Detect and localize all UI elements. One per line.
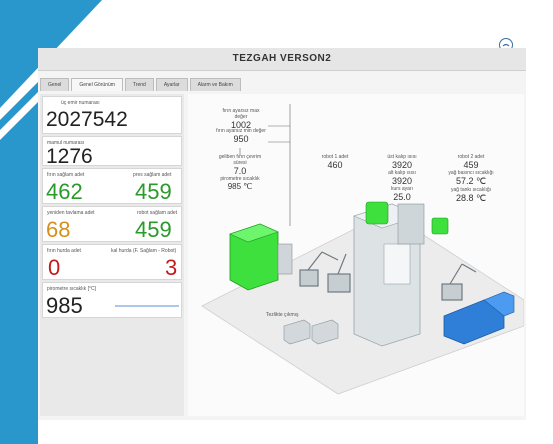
pyro-value: 985 [46, 293, 83, 318]
reject-value: 68 [46, 217, 71, 242]
pyro-sparkline [115, 305, 179, 307]
oven-pass-value: 459 [135, 179, 172, 204]
oven-count-card: fırın sağlam adet 462 pres sağlam adet 4… [42, 168, 182, 204]
scrap-area-label: Tezlikte çıkmış [266, 312, 299, 318]
oven-in-label: fırın sağlam adet [47, 172, 85, 178]
tab-trend[interactable]: Trend [124, 78, 154, 91]
scrap-card: fırın hurda adet 0 kal hurda (F. Sağlam … [42, 244, 182, 280]
tab-bar: Genel Genel Görünüm Trend Ayarlar Alarm … [40, 78, 241, 92]
robot-ok-label: robot sağlam adet [137, 210, 178, 216]
cast-scrap-value: 3 [165, 255, 178, 280]
total-value: 2027542 [46, 108, 128, 131]
tab-genel[interactable]: Genel [40, 78, 70, 91]
machine-3d-view: fırın ayarsız max değer 1002 fırın ayars… [188, 94, 524, 416]
total-card: üç emir numarası 2027542 [42, 96, 182, 134]
counters-panel: üç emir numarası 2027542 mamul numarası … [40, 94, 184, 416]
total-label: üç emir numarası [61, 100, 100, 106]
pyrometer-card: pirometre sıcaklık [°C] 985 [42, 282, 182, 318]
window-title: TEZGAH VERSON2 [232, 53, 332, 64]
tab-ayarlar[interactable]: Ayarlar [155, 78, 188, 91]
title-bar: TEZGAH VERSON2 [38, 48, 526, 71]
pyro-label: pirometre sıcaklık [°C] [47, 286, 96, 292]
mold-card: mamul numarası 1276 [42, 136, 182, 168]
reject-label: yeniden tavlama adet [47, 210, 95, 216]
tab-genel-gorunum[interactable]: Genel Görünüm [71, 78, 123, 91]
machine-scene [201, 201, 524, 395]
robot-ok-value: 459 [135, 217, 172, 242]
tab-alarm-bakim[interactable]: Alarm ve Bakım [189, 78, 241, 91]
app-window: TEZGAH VERSON2 Genel Genel Görünüm Trend… [38, 48, 526, 420]
oven-in-value: 462 [46, 179, 83, 204]
oven-scrap-label: fırın hurda adet [47, 248, 81, 254]
oven-pass-label: pres sağlam adet [133, 172, 172, 178]
cast-scrap-label: kal hurda (F. Sağlam - Robot) [111, 248, 177, 254]
reject-card: yeniden tavlama adet 68 robot sağlam ade… [42, 206, 182, 242]
oven-scrap-value: 0 [48, 255, 61, 280]
mold-value: 1276 [46, 145, 93, 168]
